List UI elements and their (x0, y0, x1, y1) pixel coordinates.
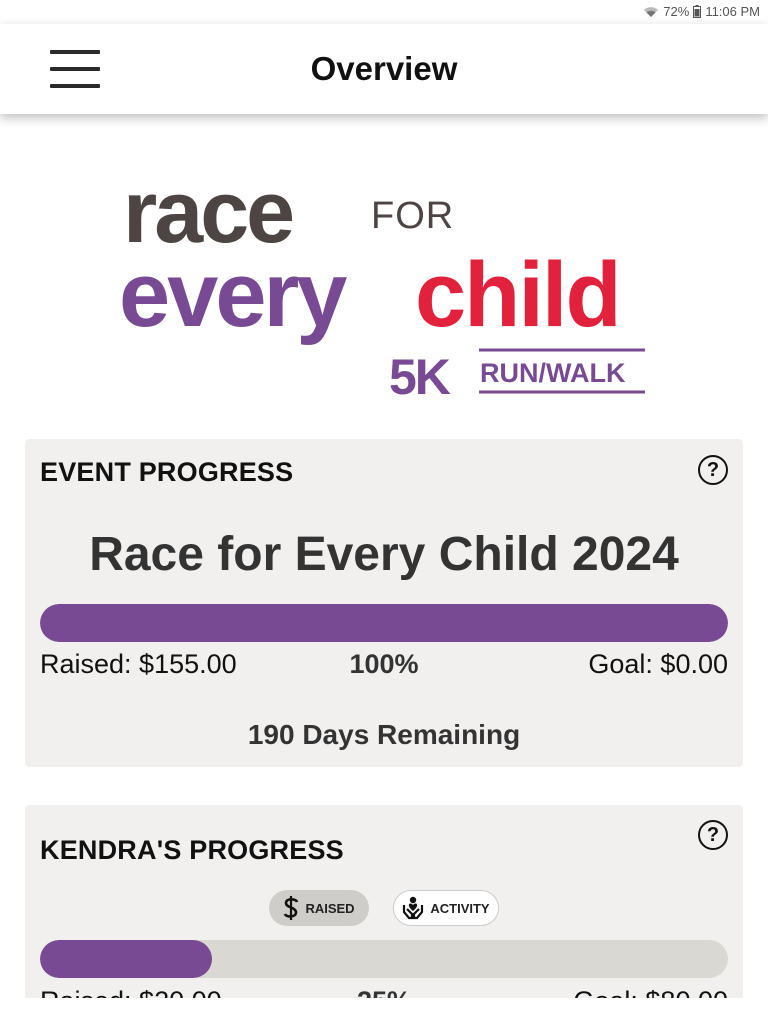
event-name: Race for Every Child 2024 (89, 528, 679, 581)
activity-toggle-button[interactable]: ACTIVITY (393, 890, 499, 926)
wifi-icon (644, 6, 659, 17)
event-goal: Goal: $0.00 (588, 649, 728, 679)
event-progress-card: EVENT PROGRESS ? Race for Every Child 20… (25, 439, 743, 767)
battery-icon (693, 5, 702, 18)
logo-child-text: child (415, 244, 620, 346)
help-icon[interactable]: ? (698, 820, 728, 850)
help-icon[interactable]: ? (698, 455, 728, 485)
logo-for-text: FOR (371, 195, 454, 237)
event-progress-fill (40, 604, 728, 642)
battery-percent: 72% (663, 4, 690, 19)
activity-toggle-label: ACTIVITY (430, 900, 490, 916)
page-title: Overview (310, 50, 458, 87)
clock: 11:06 PM (705, 4, 760, 19)
app-bar: Overview (0, 24, 768, 114)
raised-toggle-button[interactable]: RAISED (269, 890, 369, 926)
event-progress-bar (40, 604, 728, 642)
logo-every-text: every (119, 244, 347, 346)
raised-toggle-label: RAISED (305, 900, 355, 916)
race-for-every-child-logo: race FOR every child 5K RUN/WALK (119, 162, 645, 405)
personal-progress-fill (40, 940, 212, 978)
personal-progress-bar (40, 940, 728, 978)
status-indicators: 72% 11:06 PM (643, 4, 760, 19)
event-progress-heading: EVENT PROGRESS (40, 457, 294, 487)
event-stats-row: Raised: $155.00 100% Goal: $0.00 (40, 649, 728, 683)
logo-5k-text: 5K (389, 349, 451, 405)
logo-run-walk-text: RUN/WALK (480, 358, 626, 388)
days-remaining: 190 Days Remaining (247, 719, 521, 750)
bottom-edge (0, 998, 768, 1024)
personal-progress-heading: KENDRA'S PROGRESS (40, 835, 344, 865)
heart-hands-icon (403, 896, 424, 920)
status-bar: 72% 11:06 PM (0, 0, 768, 24)
personal-progress-card: KENDRA'S PROGRESS ? RAISED ACTIVITY Rais… (25, 805, 743, 1024)
progress-toggle: RAISED ACTIVITY (25, 890, 743, 926)
dollar-icon (284, 896, 299, 920)
